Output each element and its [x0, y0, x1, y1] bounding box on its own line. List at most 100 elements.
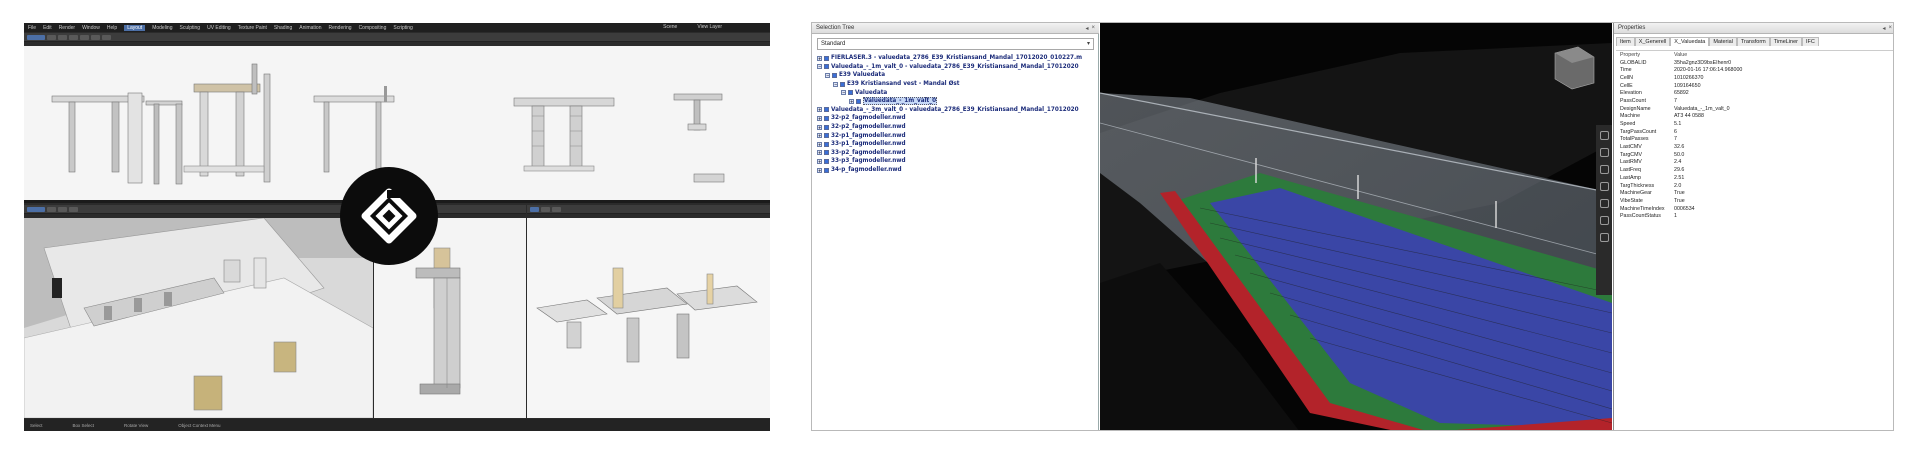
table-row[interactable]: DesignName Valuedata_-_1m_valt_0 [1616, 105, 1893, 113]
close-icon[interactable]: × [1091, 25, 1095, 32]
table-row[interactable]: Elevation 65892 [1616, 89, 1893, 97]
workspace-tab-modeling[interactable]: Modeling [152, 25, 172, 31]
tree-item-selected[interactable]: + Valuedata_-_1m_valt_0 [817, 97, 1097, 106]
scene-selector[interactable]: Scene View Layer [663, 24, 722, 30]
measure-icon[interactable] [1599, 233, 1609, 242]
table-row[interactable]: TargCMV 50.0 [1616, 151, 1893, 159]
expand-icon[interactable]: + [817, 124, 822, 130]
scene-label[interactable]: Scene [663, 24, 677, 30]
select-menu[interactable] [58, 206, 67, 212]
tree-item[interactable]: +34-p_fagmodeller.nwd [817, 166, 1097, 175]
table-row[interactable]: TotalPasses 7 [1616, 136, 1893, 144]
zoom-icon[interactable] [1599, 165, 1609, 174]
workspace-tab-layout[interactable]: Layout [124, 24, 146, 31]
table-row[interactable]: MachineGear True [1616, 189, 1893, 197]
tab-timeliner[interactable]: TimeLiner [1769, 37, 1802, 46]
tree-item[interactable]: + FIERLASER.3 - valuedata_2786_E39_Kristi… [817, 54, 1097, 63]
table-row[interactable]: LastAmp 2.51 [1616, 174, 1893, 182]
workspace-tab-texture-paint[interactable]: Texture Paint [238, 25, 267, 31]
expand-icon[interactable]: + [817, 150, 822, 156]
menu-render[interactable]: Render [59, 25, 75, 31]
menu-edit[interactable]: Edit [43, 25, 52, 31]
select-icon[interactable] [1599, 216, 1609, 225]
object-menu[interactable] [80, 34, 89, 40]
pin-icon[interactable]: ◂ [1085, 25, 1088, 32]
workspace-tab-scripting[interactable]: Scripting [393, 25, 412, 31]
close-icon[interactable]: × [1888, 25, 1892, 32]
tree-item[interactable]: +32-p2_fagmodeller.nwd [817, 123, 1097, 132]
table-row[interactable]: PassCountStatus 1 [1616, 212, 1893, 220]
table-row[interactable]: GLOBALID 35ha2gnz3D9bsEIhenr0 [1616, 59, 1893, 67]
selection-tree-dropdown[interactable]: Standard ▾ [817, 38, 1094, 50]
tree-item[interactable]: +33-p3_fagmodeller.nwd [817, 157, 1097, 166]
expand-icon[interactable]: + [817, 55, 822, 61]
pin-icon[interactable]: ◂ [1882, 25, 1885, 32]
expand-icon[interactable]: + [817, 133, 822, 139]
tree-item[interactable]: +33-p2_fagmodeller.nwd [817, 149, 1097, 158]
bottom-right-3d-viewport[interactable] [527, 218, 770, 418]
workspace-tab-shading[interactable]: Shading [274, 25, 292, 31]
menu-help[interactable]: Help [107, 25, 117, 31]
workspace-tab-animation[interactable]: Animation [299, 25, 321, 31]
expand-icon[interactable]: + [817, 158, 822, 164]
collapse-icon[interactable]: − [833, 81, 838, 87]
collapse-icon[interactable]: − [817, 64, 822, 70]
add-menu[interactable] [69, 34, 78, 40]
tree-item[interactable]: +33-p1_fagmodeller.nwd [817, 140, 1097, 149]
road-3d-viewport[interactable] [1100, 23, 1612, 430]
collapse-icon[interactable]: − [841, 90, 846, 96]
look-icon[interactable] [1599, 182, 1609, 191]
tab-x-generell[interactable]: X_Generell [1634, 37, 1671, 46]
workspace-tab-uv-editing[interactable]: UV Editing [207, 25, 231, 31]
expand-icon[interactable]: + [817, 167, 822, 173]
tree-item[interactable]: − Valuedata_-_1m_valt_0 - valuedata_2786_… [817, 63, 1097, 72]
expand-icon[interactable]: + [849, 98, 854, 104]
table-row[interactable]: LastRMV 2.4 [1616, 159, 1893, 167]
select-menu[interactable] [58, 34, 67, 40]
pan-icon[interactable] [1599, 148, 1609, 157]
mode-button[interactable] [530, 206, 539, 212]
view-menu[interactable] [47, 206, 56, 212]
bottom-left-3d-viewport[interactable] [24, 218, 373, 418]
table-row[interactable]: PassCount 7 [1616, 97, 1893, 105]
tab-item[interactable]: Item [1616, 37, 1635, 46]
menu-window[interactable]: Window [82, 25, 100, 31]
workspace-tab-compositing[interactable]: Compositing [359, 25, 387, 31]
tab-x-valuedata[interactable]: X_Valuedata [1670, 37, 1710, 46]
walk-icon[interactable] [1599, 199, 1609, 208]
tree-item[interactable]: +32-p2_fagmodeller.nwd [817, 114, 1097, 123]
table-row[interactable]: MachineTimeIndex 0006534 [1616, 205, 1893, 213]
workspace-tab-rendering[interactable]: Rendering [328, 25, 351, 31]
tab-transform[interactable]: Transform [1736, 37, 1770, 46]
add-menu[interactable] [69, 206, 78, 212]
object-mode-dropdown[interactable] [27, 206, 45, 212]
expand-icon[interactable]: + [817, 141, 822, 147]
view-menu[interactable] [47, 34, 56, 40]
menu-file[interactable]: File [28, 25, 36, 31]
tool-button[interactable] [541, 206, 550, 212]
table-row[interactable]: TargPassCount 6 [1616, 128, 1893, 136]
tab-ifc[interactable]: IFC [1802, 37, 1819, 46]
expand-icon[interactable]: + [817, 107, 822, 113]
tab-material[interactable]: Material [1709, 37, 1737, 46]
table-row[interactable]: VibeState True [1616, 197, 1893, 205]
object-mode-dropdown[interactable] [27, 34, 45, 40]
view-layer-label[interactable]: View Layer [697, 24, 722, 30]
expand-icon[interactable]: + [817, 115, 822, 121]
tree-item[interactable]: − Valuedata [817, 88, 1097, 97]
chevron-down-icon[interactable]: ▾ [1087, 39, 1090, 50]
table-row[interactable]: LastFreq 29.6 [1616, 166, 1893, 174]
table-row[interactable]: CellN 1010266370 [1616, 74, 1893, 82]
workspace-tab-sculpting[interactable]: Sculpting [180, 25, 201, 31]
table-row[interactable]: TargThickness 2.0 [1616, 182, 1893, 190]
collapse-icon[interactable]: − [825, 72, 830, 78]
orbit-icon[interactable] [1599, 131, 1609, 140]
tool-button[interactable] [91, 34, 100, 40]
tree-item[interactable]: − E39 Kristiansand vest - Mandal Øst [817, 80, 1097, 89]
tree-item[interactable]: + Valuedata_-_3m_valt_0 - valuedata_2786_… [817, 106, 1097, 115]
table-row[interactable]: CellE 109164650 [1616, 82, 1893, 90]
table-row[interactable]: Speed 5.1 [1616, 120, 1893, 128]
tree-item[interactable]: +32-p1_fagmodeller.nwd [817, 131, 1097, 140]
tool-button[interactable] [102, 34, 111, 40]
tree-item[interactable]: − E39 Valuedata [817, 71, 1097, 80]
